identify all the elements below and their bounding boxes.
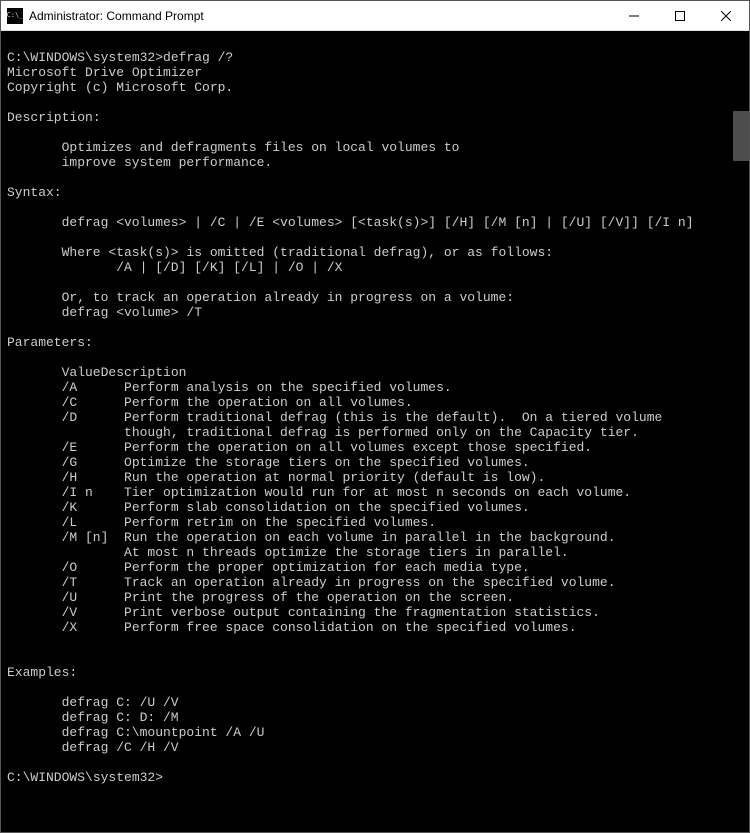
param-header: ValueDescription — [7, 365, 186, 380]
section-label: Examples: — [7, 665, 77, 680]
scrollbar-thumb[interactable] — [733, 111, 749, 161]
output-line: defrag <volumes> | /C | /E <volumes> [<t… — [7, 215, 694, 230]
param-value: /T — [62, 575, 124, 590]
param-value: /X — [62, 620, 124, 635]
param-value: /G — [62, 455, 124, 470]
param-row: /H Run the operation at normal priority … — [7, 470, 545, 485]
output-line: Where <task(s)> is omitted (traditional … — [7, 245, 553, 260]
titlebar[interactable]: Administrator: Command Prompt — [1, 1, 749, 31]
param-desc: though, traditional defrag is performed … — [124, 425, 639, 440]
param-desc: Print verbose output containing the frag… — [124, 605, 600, 620]
output-line: Copyright (c) Microsoft Corp. — [7, 80, 233, 95]
param-desc: Print the progress of the operation on t… — [124, 590, 514, 605]
output-line: Or, to track an operation already in pro… — [7, 290, 514, 305]
example-line: defrag C: /U /V — [7, 695, 179, 710]
section-label: Description: — [7, 110, 101, 125]
param-desc: Run the operation on each volume in para… — [124, 530, 615, 545]
param-desc: Optimize the storage tiers on the specif… — [124, 455, 530, 470]
param-desc: Perform analysis on the specified volume… — [124, 380, 452, 395]
param-value — [62, 425, 124, 440]
scrollbar[interactable] — [733, 31, 749, 832]
section-label: Syntax: — [7, 185, 62, 200]
param-desc: At most n threads optimize the storage t… — [124, 545, 569, 560]
param-desc: Perform retrim on the specified volumes. — [124, 515, 436, 530]
output-line: Optimizes and defragments files on local… — [7, 140, 459, 155]
minimize-icon — [629, 11, 639, 21]
param-row: though, traditional defrag is performed … — [7, 425, 639, 440]
param-value: /L — [62, 515, 124, 530]
param-desc: Track an operation already in progress o… — [124, 575, 615, 590]
param-value: /V — [62, 605, 124, 620]
output-line: Microsoft Drive Optimizer — [7, 65, 202, 80]
param-desc: Perform traditional defrag (this is the … — [124, 410, 662, 425]
maximize-button[interactable] — [657, 1, 703, 30]
output-line: /A | [/D] [/K] [/L] | /O | /X — [7, 260, 342, 275]
param-value: /U — [62, 590, 124, 605]
output-line: defrag <volume> /T — [7, 305, 202, 320]
param-desc: Perform the proper optimization for each… — [124, 560, 530, 575]
param-row: /G Optimize the storage tiers on the spe… — [7, 455, 530, 470]
param-value: /A — [62, 380, 124, 395]
param-desc: Tier optimization would run for at most … — [124, 485, 631, 500]
close-button[interactable] — [703, 1, 749, 30]
param-value — [62, 545, 124, 560]
param-desc: Run the operation at normal priority (de… — [124, 470, 545, 485]
close-icon — [721, 11, 731, 21]
param-row: /I n Tier optimization would run for at … — [7, 485, 631, 500]
window-title: Administrator: Command Prompt — [29, 9, 204, 23]
param-row: /M [n] Run the operation on each volume … — [7, 530, 616, 545]
param-row: At most n threads optimize the storage t… — [7, 545, 569, 560]
param-row: /D Perform traditional defrag (this is t… — [7, 410, 662, 425]
example-line: defrag /C /H /V — [7, 740, 179, 755]
terminal-output[interactable]: C:\WINDOWS\system32>defrag /? Microsoft … — [1, 31, 749, 832]
param-desc: Perform the operation on all volumes exc… — [124, 440, 592, 455]
maximize-icon — [675, 11, 685, 21]
param-row: /X Perform free space consolidation on t… — [7, 620, 577, 635]
example-line: defrag C: D: /M — [7, 710, 179, 725]
param-value: /H — [62, 470, 124, 485]
param-desc: Perform the operation on all volumes. — [124, 395, 413, 410]
param-value: /C — [62, 395, 124, 410]
example-line: defrag C:\mountpoint /A /U — [7, 725, 264, 740]
param-row: /V Print verbose output containing the f… — [7, 605, 600, 620]
param-row: /E Perform the operation on all volumes … — [7, 440, 592, 455]
param-value: /I n — [62, 485, 124, 500]
param-row: /O Perform the proper optimization for e… — [7, 560, 530, 575]
minimize-button[interactable] — [611, 1, 657, 30]
section-label: Parameters: — [7, 335, 93, 350]
param-desc: Perform free space consolidation on the … — [124, 620, 576, 635]
param-desc: Perform slab consolidation on the specif… — [124, 500, 530, 515]
param-row: /L Perform retrim on the specified volum… — [7, 515, 436, 530]
command-prompt-window: Administrator: Command Prompt C:\WINDOWS… — [0, 0, 750, 833]
param-value: /D — [62, 410, 124, 425]
param-value: /K — [62, 500, 124, 515]
prompt-line: C:\WINDOWS\system32> — [7, 770, 163, 785]
output-line: improve system performance. — [7, 155, 272, 170]
param-value: /M [n] — [62, 530, 124, 545]
param-row: /U Print the progress of the operation o… — [7, 590, 514, 605]
param-row: /A Perform analysis on the specified vol… — [7, 380, 452, 395]
prompt-line: C:\WINDOWS\system32>defrag /? — [7, 50, 233, 65]
param-value: /E — [62, 440, 124, 455]
param-value: /O — [62, 560, 124, 575]
window-controls — [611, 1, 749, 30]
command-prompt-icon — [7, 8, 23, 24]
param-row: /C Perform the operation on all volumes. — [7, 395, 413, 410]
param-row: /T Track an operation already in progres… — [7, 575, 616, 590]
param-row: /K Perform slab consolidation on the spe… — [7, 500, 530, 515]
